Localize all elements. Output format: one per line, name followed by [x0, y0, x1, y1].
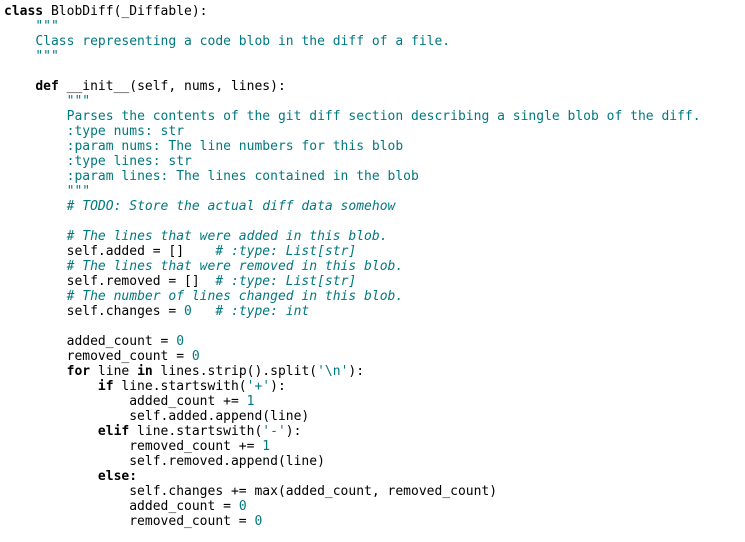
comment-changes: # The number of lines changed in this bl… — [66, 289, 404, 304]
string-literal: '-' — [262, 424, 286, 439]
code-line: # TODO: Store the actual diff data someh… — [4, 199, 745, 214]
code-line: added_count = 0 — [4, 334, 745, 349]
code-line: self.removed.append(line) — [4, 454, 745, 469]
keyword-if: if — [97, 379, 114, 394]
code-line: added_count = 0 — [4, 499, 745, 514]
added-count-reset: added_count = — [129, 499, 239, 514]
code-line: added_count += 1 — [4, 394, 745, 409]
code-line: self.changes += max(added_count, removed… — [4, 484, 745, 499]
code-line: elif line.startswith('-'): — [4, 424, 745, 439]
code-line: removed_count = 0 — [4, 349, 745, 364]
number-literal: 0 — [176, 334, 185, 349]
docstring-quotes: """ — [35, 19, 59, 34]
code-line: :type lines: str — [4, 154, 745, 169]
call-end: ): — [270, 379, 286, 394]
init-docstring-line: Parses the contents of the git diff sect… — [66, 109, 701, 124]
removed-count-reset: removed_count = — [129, 514, 255, 529]
code-line: :type nums: str — [4, 124, 745, 139]
code-line: """ — [4, 49, 745, 64]
init-docstring-line: :type nums: str — [66, 124, 185, 139]
docstring-quotes: """ — [66, 184, 91, 199]
code-line: class BlobDiff(_Diffable): — [4, 4, 745, 19]
removed-count-init: removed_count = — [66, 349, 192, 364]
init-docstring-line: :param nums: The line numbers for this b… — [66, 139, 404, 154]
string-literal: '\n' — [317, 364, 349, 379]
code-line: def __init__(self, nums, lines): — [4, 79, 745, 94]
comment-removed: # The lines that were removed in this bl… — [66, 259, 404, 274]
type-comment: # :type: List[str] — [215, 244, 357, 259]
code-line: :param lines: The lines contained in the… — [4, 169, 745, 184]
code-line: self.removed = [] # :type: List[str] — [4, 274, 745, 289]
added-statement: self.added = [] — [66, 244, 185, 259]
keyword-for: for — [66, 364, 91, 379]
startswith-call: line.startswith( — [113, 379, 247, 394]
for-end: ): — [348, 364, 365, 379]
for-iterable: lines.strip().split( — [152, 364, 318, 379]
startswith-call: line.startswith( — [129, 424, 263, 439]
number-literal: 0 — [184, 304, 192, 319]
type-comment: # :type: int — [215, 304, 310, 319]
number-literal: 0 — [238, 499, 247, 514]
code-line: """ — [4, 94, 745, 109]
type-comment: # :type: List[str] — [215, 274, 357, 289]
string-literal: '+' — [246, 379, 271, 394]
class-signature: BlobDiff(_Diffable): — [43, 4, 208, 19]
keyword-else: else: — [97, 469, 138, 484]
code-line: """ — [4, 19, 745, 34]
keyword-def: def — [35, 79, 59, 94]
class-docstring: Class representing a code blob in the di… — [35, 34, 451, 49]
code-line: else: — [4, 469, 745, 484]
keyword-elif: elif — [97, 424, 130, 439]
changes-statement: self.changes = — [66, 304, 185, 319]
init-docstring-line: :type lines: str — [66, 154, 192, 169]
number-literal: 1 — [246, 394, 255, 409]
keyword-class: class — [4, 4, 44, 19]
comment-added: # The lines that were added in this blob… — [66, 229, 388, 244]
removed-statement: self.removed = [] — [66, 274, 200, 289]
append-removed: self.removed.append(line) — [129, 454, 325, 469]
call-end: ): — [285, 424, 302, 439]
for-variable: line — [90, 364, 138, 379]
docstring-quotes: """ — [35, 49, 59, 64]
code-line: self.added = [] # :type: List[str] — [4, 244, 745, 259]
append-added: self.added.append(line) — [129, 409, 310, 424]
code-line: Class representing a code blob in the di… — [4, 34, 745, 49]
changes-update: self.changes += max(added_count, removed… — [129, 484, 498, 499]
code-line: """ — [4, 184, 745, 199]
code-line: self.added.append(line) — [4, 409, 745, 424]
code-line: # The number of lines changed in this bl… — [4, 289, 745, 304]
code-line: if line.startswith('+'): — [4, 379, 745, 394]
number-literal: 0 — [191, 349, 200, 364]
code-line: # The lines that were removed in this bl… — [4, 259, 745, 274]
number-literal: 0 — [254, 514, 263, 529]
keyword-in: in — [137, 364, 153, 379]
removed-increment: removed_count += — [129, 439, 263, 454]
number-literal: 1 — [262, 439, 271, 454]
code-editor[interactable]: class BlobDiff(_Diffable): """ Class rep… — [4, 4, 745, 542]
docstring-quotes: """ — [66, 94, 91, 109]
code-line: :param nums: The line numbers for this b… — [4, 139, 745, 154]
added-increment: added_count += — [129, 394, 247, 409]
code-line: Parses the contents of the git diff sect… — [4, 109, 745, 124]
code-line: for line in lines.strip().split('\n'): — [4, 364, 745, 379]
code-line: self.changes = 0 # :type: int — [4, 304, 745, 319]
todo-comment: # TODO: Store the actual diff data someh… — [66, 199, 396, 214]
init-signature: __init__(self, nums, lines): — [58, 79, 286, 94]
code-line: # The lines that were added in this blob… — [4, 229, 745, 244]
added-count-init: added_count = — [66, 334, 177, 349]
code-line: removed_count += 1 — [4, 439, 745, 454]
code-line: removed_count = 0 — [4, 514, 745, 529]
init-docstring-line: :param lines: The lines contained in the… — [66, 169, 419, 184]
